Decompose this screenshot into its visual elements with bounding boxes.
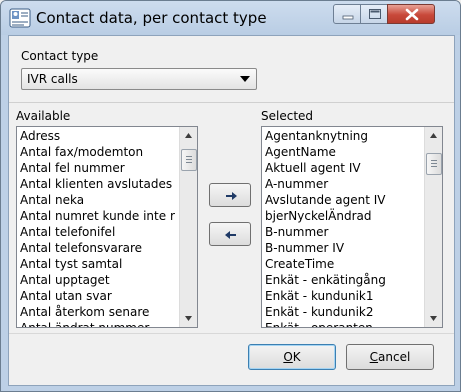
selected-item[interactable]: Enkät - operanten (265, 320, 421, 327)
ok-label: K (292, 350, 301, 364)
selected-scrollbar[interactable] (424, 127, 442, 327)
available-item[interactable]: Antal telefonsvarare (20, 240, 176, 256)
selected-item[interactable]: Enkät - kundunik1 (265, 288, 421, 304)
selected-label: Selected (261, 109, 314, 123)
contact-type-label: Contact type (21, 49, 99, 63)
selected-item[interactable]: AgentName (265, 144, 421, 160)
divider (9, 333, 454, 334)
available-item[interactable]: Antal tyst samtal (20, 256, 176, 272)
selected-item[interactable]: Avslutande agent IV (265, 192, 421, 208)
selected-item[interactable]: Enkät - kundunik2 (265, 304, 421, 320)
cancel-mnemonic: C (369, 350, 379, 364)
arrow-right-icon (226, 192, 237, 200)
selected-item[interactable]: Agentanknytning (265, 128, 421, 144)
remove-button[interactable] (209, 222, 251, 246)
selected-item[interactable]: B-nummer (265, 224, 421, 240)
available-list[interactable]: Adress Antal fax/modemton Antal fel numm… (16, 126, 198, 328)
selected-list[interactable]: Agentanknytning AgentName Aktuell agent … (261, 126, 443, 328)
chevron-down-icon (240, 76, 250, 82)
scroll-thumb[interactable] (181, 149, 197, 171)
selected-item[interactable]: CreateTime (265, 256, 421, 272)
contact-type-value: IVR calls (27, 72, 78, 86)
divider (9, 102, 454, 103)
maximize-icon (369, 9, 381, 19)
close-icon (405, 8, 419, 21)
scroll-down-icon[interactable] (425, 310, 442, 327)
dialog-body: Contact type IVR calls Available Adress … (8, 35, 455, 386)
contact-card-icon (9, 8, 31, 28)
selected-item[interactable]: Aktuell agent IV (265, 160, 421, 176)
ok-mnemonic: O (283, 350, 293, 364)
contact-type-select[interactable]: IVR calls (21, 68, 257, 90)
contact-data-dialog: Contact data, per contact type Contact t… (0, 0, 461, 392)
available-item[interactable]: Antal fax/modemton (20, 144, 176, 160)
available-scrollbar[interactable] (179, 127, 197, 327)
available-item[interactable]: Antal upptaget (20, 272, 176, 288)
selected-item[interactable]: bjerNyckelÄndrad (265, 208, 421, 224)
available-item[interactable]: Antal telefonifel (20, 224, 176, 240)
arrow-left-icon (225, 231, 236, 239)
selected-item[interactable]: B-nummer IV (265, 240, 421, 256)
available-item[interactable]: Antal neka (20, 192, 176, 208)
selected-item[interactable]: Enkät - enkätingång (265, 272, 421, 288)
scroll-up-icon[interactable] (425, 127, 442, 144)
title-bar[interactable]: Contact data, per contact type (1, 1, 460, 35)
scroll-thumb[interactable] (426, 153, 442, 175)
available-item[interactable]: Adress (20, 128, 176, 144)
available-item[interactable]: Antal återkom senare (20, 304, 176, 320)
available-label: Available (16, 109, 71, 123)
available-item[interactable]: Antal klienten avslutades (20, 176, 176, 192)
selected-item[interactable]: A-nummer (265, 176, 421, 192)
available-item[interactable]: Antal ändrat nummer (20, 320, 176, 327)
close-button[interactable] (387, 4, 435, 24)
available-item[interactable]: Antal fel nummer (20, 160, 176, 176)
available-item[interactable]: Antal numret kunde inte rin (20, 208, 176, 224)
cancel-label: ancel (378, 350, 411, 364)
available-item[interactable]: Antal utan svar (20, 288, 176, 304)
window-title: Contact data, per contact type (36, 9, 267, 27)
cancel-button[interactable]: Cancel (346, 344, 434, 370)
add-button[interactable] (209, 183, 251, 207)
scroll-up-icon[interactable] (180, 127, 197, 144)
minimize-button[interactable] (333, 4, 361, 24)
scroll-down-icon[interactable] (180, 310, 197, 327)
minimize-icon (342, 15, 354, 20)
ok-button[interactable]: OK (248, 344, 336, 370)
maximize-button[interactable] (360, 4, 388, 24)
